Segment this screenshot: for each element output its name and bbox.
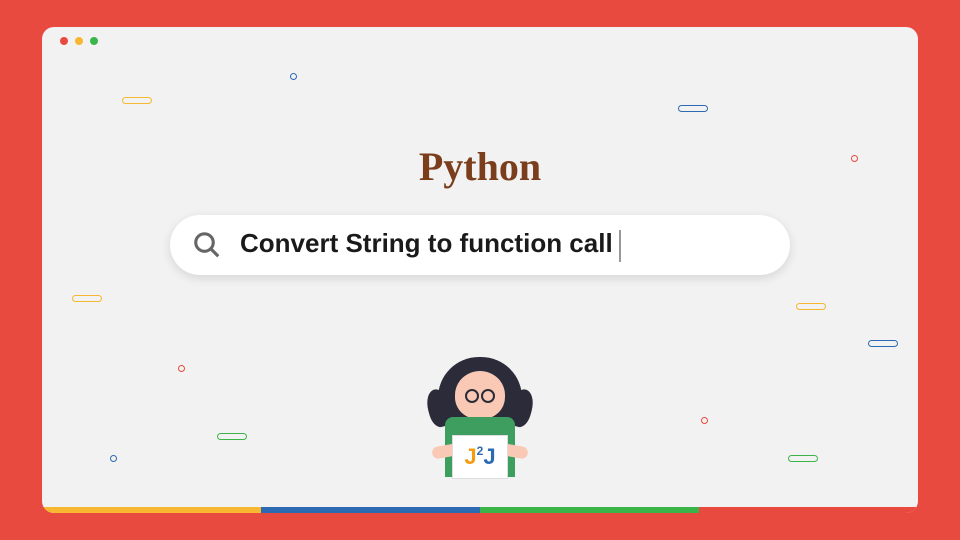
logo-j2: J xyxy=(483,444,495,470)
deco-circle xyxy=(290,73,297,80)
deco-pill xyxy=(678,105,708,112)
browser-window: Python Convert String to function call xyxy=(42,27,918,513)
deco-circle xyxy=(701,417,708,424)
page-title: Python xyxy=(419,143,541,190)
stripe-segment xyxy=(699,507,918,513)
character-illustration: J2J xyxy=(410,357,550,507)
bottom-stripe xyxy=(42,507,918,513)
deco-pill xyxy=(796,303,826,310)
deco-pill xyxy=(217,433,247,440)
stripe-segment xyxy=(261,507,480,513)
close-icon[interactable] xyxy=(60,37,68,45)
deco-pill xyxy=(122,97,152,104)
search-icon xyxy=(192,230,222,260)
maximize-icon[interactable] xyxy=(90,37,98,45)
deco-circle xyxy=(110,455,117,462)
deco-circle xyxy=(178,365,185,372)
deco-pill xyxy=(788,455,818,462)
logo-j1: J xyxy=(464,444,476,470)
search-bar[interactable]: Convert String to function call xyxy=(170,215,790,275)
text-cursor xyxy=(619,230,621,262)
minimize-icon[interactable] xyxy=(75,37,83,45)
window-titlebar xyxy=(42,27,918,55)
logo-superscript: 2 xyxy=(477,444,484,458)
stripe-segment xyxy=(42,507,261,513)
deco-circle xyxy=(851,155,858,162)
deco-pill xyxy=(72,295,102,302)
search-input[interactable]: Convert String to function call xyxy=(240,228,768,261)
content-area: Python Convert String to function call xyxy=(42,55,918,513)
deco-pill xyxy=(868,340,898,347)
stripe-segment xyxy=(480,507,699,513)
logo-sign: J2J xyxy=(452,435,508,479)
